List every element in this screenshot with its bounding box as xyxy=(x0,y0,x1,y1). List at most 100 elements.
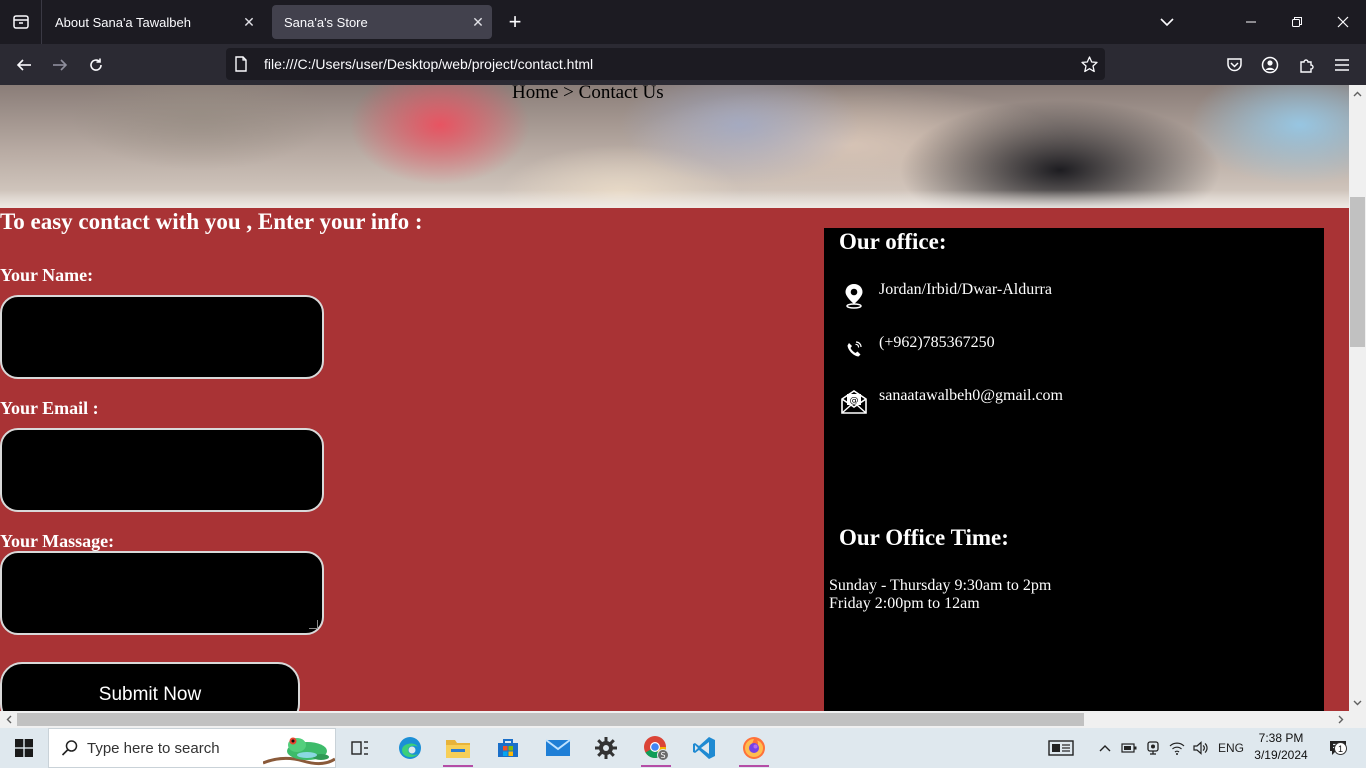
battery-button[interactable] xyxy=(1118,728,1140,768)
taskbar-app-file-explorer[interactable] xyxy=(434,728,482,768)
vertical-scroll-thumb[interactable] xyxy=(1350,197,1365,347)
search-icon xyxy=(61,740,78,756)
tab-title: About Sana'a Tawalbeh xyxy=(55,14,191,30)
taskbar-app-chrome[interactable]: S xyxy=(632,728,680,768)
input-language-button[interactable]: ENG xyxy=(1214,728,1248,768)
taskbar-app-edge[interactable] xyxy=(386,728,434,768)
office-phone[interactable]: (+962)785367250 xyxy=(879,334,995,352)
close-icon xyxy=(1337,16,1349,28)
tab-title: Sana'a's Store xyxy=(284,14,368,30)
arrow-left-icon xyxy=(16,59,31,71)
scroll-up-arrow-icon[interactable] xyxy=(1349,85,1366,102)
horizontal-scroll-thumb[interactable] xyxy=(17,713,1084,726)
chevron-down-icon xyxy=(1160,18,1174,27)
resize-handle[interactable] xyxy=(309,620,318,629)
puzzle-icon xyxy=(1299,58,1314,73)
firefox-view-button[interactable] xyxy=(0,0,42,44)
form-heading: To easy contact with you , Enter your in… xyxy=(0,209,423,234)
task-view-button[interactable] xyxy=(336,728,384,768)
list-all-tabs-button[interactable] xyxy=(1152,7,1182,37)
wifi-icon xyxy=(1169,742,1185,755)
scroll-down-arrow-icon[interactable] xyxy=(1349,694,1366,711)
firefox-icon xyxy=(743,737,765,759)
news-icon xyxy=(1048,740,1074,756)
minimize-button[interactable] xyxy=(1228,0,1274,44)
meet-now-button[interactable] xyxy=(1142,728,1164,768)
reload-icon xyxy=(90,58,102,71)
speaker-icon xyxy=(1193,741,1208,755)
webcam-icon xyxy=(1147,741,1159,755)
hero-banner-image xyxy=(0,85,1349,208)
gear-icon xyxy=(595,737,617,759)
chevron-up-icon xyxy=(1099,745,1111,752)
office-phone-row: (+962)785367250 xyxy=(839,334,995,364)
news-widget-button[interactable] xyxy=(1044,728,1078,768)
url-text[interactable]: file:///C:/Users/user/Desktop/web/projec… xyxy=(260,56,1073,72)
office-address-row: Jordan/Irbid/Dwar-Aldurra xyxy=(839,281,1052,311)
horizontal-scrollbar[interactable] xyxy=(0,711,1349,728)
taskbar-clock[interactable]: 7:38 PM 3/19/2024 xyxy=(1248,730,1314,766)
volume-button[interactable] xyxy=(1190,728,1212,768)
account-button[interactable] xyxy=(1254,49,1286,81)
taskbar-app-firefox[interactable] xyxy=(730,728,778,768)
network-button[interactable] xyxy=(1166,728,1188,768)
minimize-icon xyxy=(1246,21,1256,23)
tab-store[interactable]: Sana'a's Store ✕ xyxy=(272,5,492,39)
office-hours-line: Sunday - Thursday 9:30am to 2pm xyxy=(829,577,1052,594)
new-tab-button[interactable]: + xyxy=(500,7,530,37)
bookmark-star-icon[interactable] xyxy=(1073,55,1105,73)
store-icon xyxy=(498,739,518,757)
chrome-icon: S xyxy=(644,736,669,761)
tab-about[interactable]: About Sana'a Tawalbeh ✕ xyxy=(43,5,263,39)
page-icon xyxy=(234,56,260,72)
firefox-view-icon xyxy=(12,15,29,29)
clock-time: 7:38 PM xyxy=(1258,731,1304,745)
taskbar-app-mail[interactable] xyxy=(534,728,582,768)
taskbar-app-settings[interactable] xyxy=(582,728,630,768)
office-info-panel: Our office: Jordan/Irbid/Dwar-Aldurra (+… xyxy=(824,228,1324,711)
search-highlight-frog-image xyxy=(263,737,335,766)
scroll-left-arrow-icon[interactable] xyxy=(0,711,17,728)
search-placeholder: Type here to search xyxy=(87,739,220,757)
breadcrumb[interactable]: Home > Contact Us xyxy=(512,85,664,104)
office-email[interactable]: sanaatawalbeh0@gmail.com xyxy=(879,387,1063,405)
extensions-button[interactable] xyxy=(1290,49,1322,81)
mail-icon xyxy=(545,739,571,756)
arrow-right-icon xyxy=(53,59,68,71)
app-menu-button[interactable] xyxy=(1326,49,1358,81)
name-input[interactable] xyxy=(0,295,324,379)
vertical-scrollbar[interactable] xyxy=(1349,85,1366,711)
close-window-button[interactable] xyxy=(1320,0,1366,44)
message-textarea[interactable] xyxy=(0,551,324,635)
edge-icon xyxy=(399,737,421,759)
notification-count-badge: 1 xyxy=(1334,742,1347,755)
show-hidden-icons-button[interactable] xyxy=(1094,728,1116,768)
task-view-icon xyxy=(351,741,368,755)
scrollbar-corner xyxy=(1349,711,1366,728)
folder-icon xyxy=(446,740,470,758)
scroll-right-arrow-icon[interactable] xyxy=(1332,711,1349,728)
taskbar-app-microsoft-store[interactable] xyxy=(484,728,532,768)
close-tab-icon[interactable]: ✕ xyxy=(464,8,492,36)
svg-text:S: S xyxy=(660,751,665,760)
reload-button[interactable] xyxy=(80,49,112,81)
pocket-button[interactable] xyxy=(1218,49,1250,81)
restore-button[interactable] xyxy=(1274,0,1320,44)
forward-button[interactable] xyxy=(44,49,76,81)
account-icon xyxy=(1261,56,1279,74)
submit-button[interactable]: Submit Now xyxy=(0,662,300,711)
address-bar[interactable]: file:///C:/Users/user/Desktop/web/projec… xyxy=(226,48,1105,80)
taskbar-app-vscode[interactable] xyxy=(680,728,728,768)
name-label: Your Name: xyxy=(0,265,94,285)
office-time-title: Our Office Time: xyxy=(839,525,1009,550)
close-tab-icon[interactable]: ✕ xyxy=(235,8,263,36)
phone-icon xyxy=(839,334,869,364)
pocket-icon xyxy=(1226,58,1242,72)
hamburger-icon xyxy=(1335,59,1349,71)
back-button[interactable] xyxy=(8,49,40,81)
start-button[interactable] xyxy=(0,728,48,768)
clock-date: 3/19/2024 xyxy=(1254,748,1308,762)
taskbar-search-box[interactable]: Type here to search xyxy=(48,728,336,768)
email-input[interactable] xyxy=(0,428,324,512)
office-address: Jordan/Irbid/Dwar-Aldurra xyxy=(879,281,1052,298)
